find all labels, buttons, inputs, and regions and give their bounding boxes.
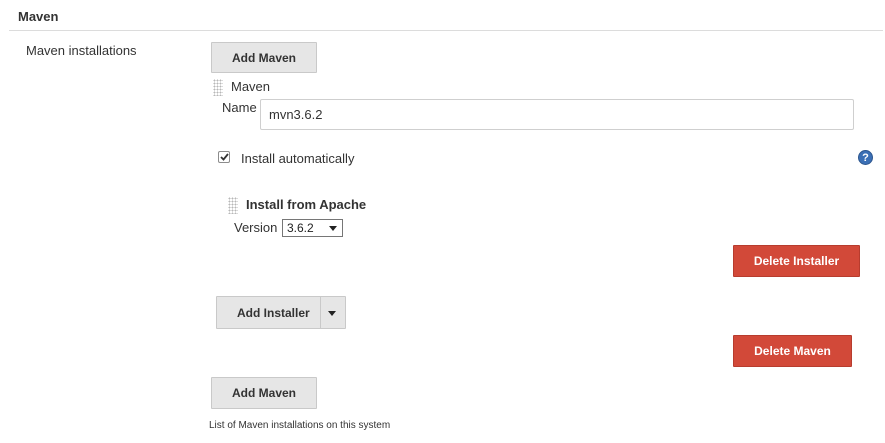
checkmark-icon — [219, 153, 229, 161]
add-installer-button[interactable]: Add Installer — [216, 296, 346, 329]
delete-maven-button[interactable]: Delete Maven — [733, 335, 852, 367]
add-installer-label: Add Installer — [237, 305, 310, 320]
drag-handle-icon[interactable] — [213, 79, 223, 96]
name-label: Name — [222, 100, 257, 115]
name-input[interactable] — [260, 99, 854, 130]
split-divider — [320, 297, 321, 329]
version-label: Version — [234, 220, 278, 235]
install-automatically-checkbox[interactable] — [218, 151, 230, 163]
field-description: List of Maven installations on this syst… — [209, 420, 391, 431]
chevron-down-icon[interactable] — [328, 311, 336, 316]
help-icon[interactable]: ? — [858, 150, 873, 165]
add-maven-button-bottom[interactable]: Add Maven — [211, 377, 317, 409]
section-title: Maven — [18, 9, 59, 24]
add-maven-button-top[interactable]: Add Maven — [211, 42, 317, 73]
delete-installer-button[interactable]: Delete Installer — [733, 245, 860, 277]
version-selected: 3.6.2 — [287, 221, 314, 235]
section-divider — [9, 30, 883, 31]
help-symbol: ? — [862, 151, 869, 164]
version-select[interactable]: 3.6.2 — [282, 219, 343, 237]
drag-handle-icon[interactable] — [228, 197, 238, 214]
chevron-down-icon — [329, 225, 337, 231]
installer-title: Install from Apache — [246, 197, 367, 212]
maven-installations-label: Maven installations — [26, 43, 137, 58]
installation-header: Maven — [231, 79, 271, 94]
install-automatically-label: Install automatically — [241, 151, 355, 166]
